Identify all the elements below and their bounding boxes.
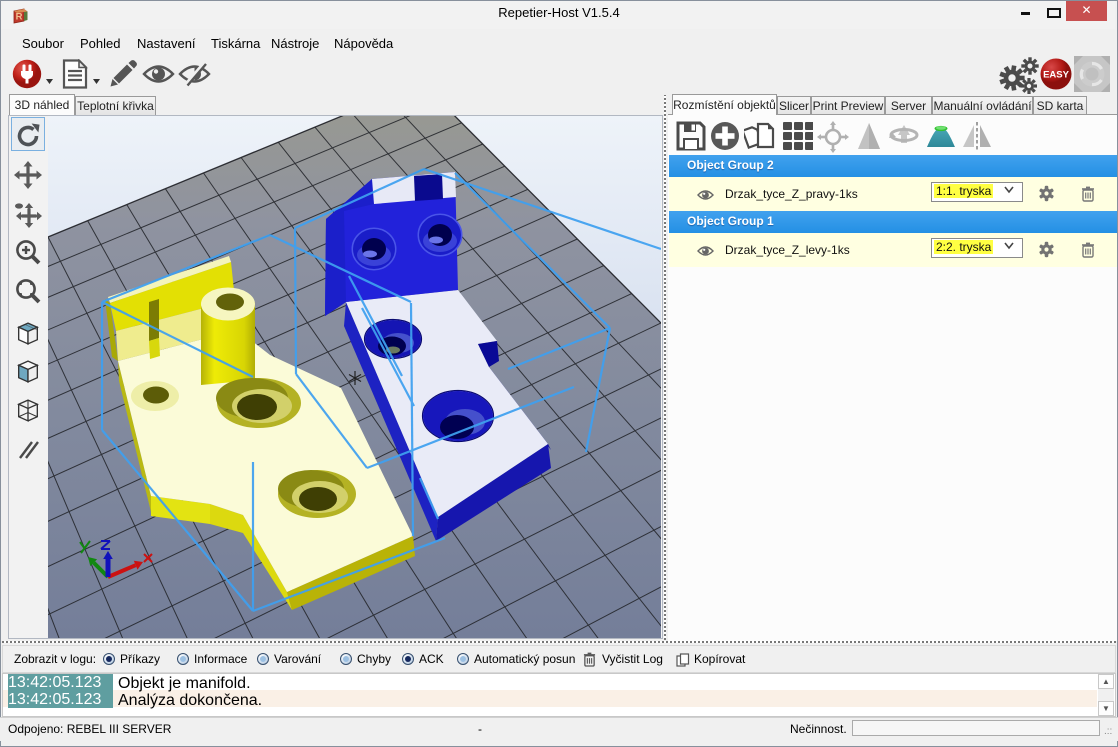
svg-text:EASY: EASY: [1043, 70, 1070, 81]
